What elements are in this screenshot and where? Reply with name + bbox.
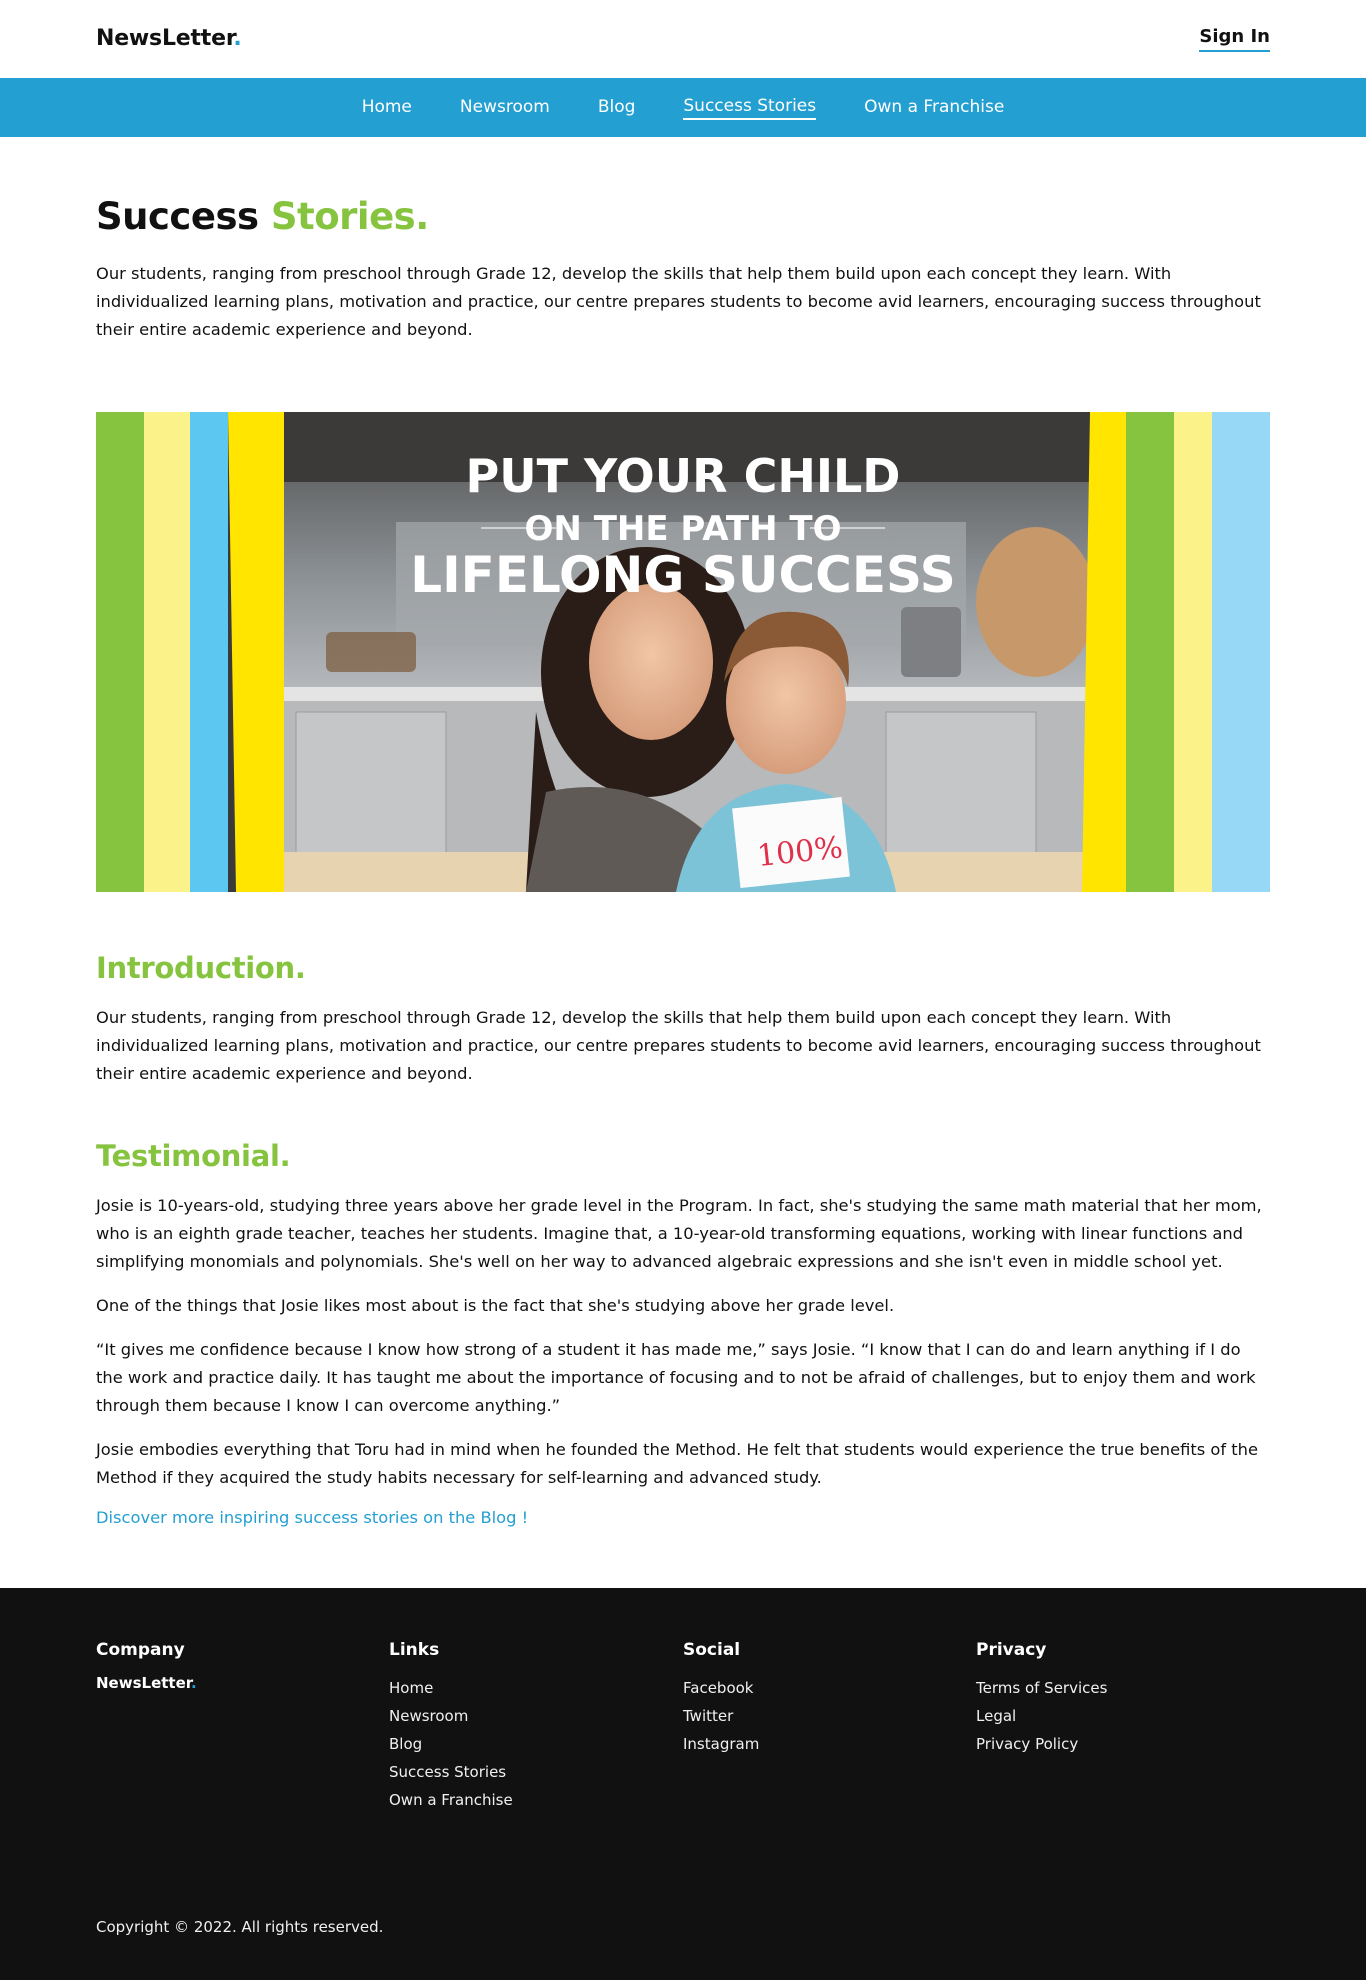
footer-link-instagram[interactable]: Instagram xyxy=(683,1730,759,1758)
testimonial-heading: Testimonial. xyxy=(96,1139,291,1173)
footer-links-heading: Links xyxy=(389,1640,440,1660)
testimonial-paragraph-4: Josie embodies everything that Toru had … xyxy=(96,1440,1258,1487)
footer-link-blog[interactable]: Blog xyxy=(389,1730,513,1758)
footer-company-column: Company NewsLetter. xyxy=(96,1640,197,1692)
copyright-text: Copyright © 2022. All rights reserved. xyxy=(96,1918,384,1936)
footer-link-privacy-policy[interactable]: Privacy Policy xyxy=(976,1730,1107,1758)
footer-company-heading: Company xyxy=(96,1640,185,1660)
nav-item-success-stories[interactable]: Success Stories xyxy=(683,96,817,120)
page-title: Success Stories. xyxy=(96,195,429,238)
hero-headline-line1: PUT YOUR CHILD xyxy=(466,449,901,503)
testimonial-paragraph-2: One of the things that Josie likes most … xyxy=(96,1296,895,1315)
footer-privacy-column: Privacy Terms of Services Legal Privacy … xyxy=(976,1640,1107,1758)
footer-privacy-heading: Privacy xyxy=(976,1640,1047,1660)
nav-item-newsroom[interactable]: Newsroom xyxy=(460,97,550,119)
introduction-section: Introduction. Our students, ranging from… xyxy=(96,948,1270,1088)
site-header: NewsLetter. Sign In xyxy=(0,0,1366,78)
footer-link-own-a-franchise[interactable]: Own a Franchise xyxy=(389,1786,513,1814)
nav-item-blog[interactable]: Blog xyxy=(598,97,636,119)
testimonial-section: Testimonial. Josie is 10-years-old, stud… xyxy=(96,1136,1270,1527)
site-footer: Company NewsLetter. Links Home Newsroom … xyxy=(0,1588,1366,1980)
footer-link-success-stories[interactable]: Success Stories xyxy=(389,1758,513,1786)
footer-link-legal[interactable]: Legal xyxy=(976,1702,1107,1730)
lead-paragraph: Our students, ranging from preschool thr… xyxy=(96,264,1261,339)
testimonial-paragraph-3: “It gives me confidence because I know h… xyxy=(96,1340,1256,1415)
footer-logo[interactable]: NewsLetter. xyxy=(96,1674,197,1692)
main-nav: Home Newsroom Blog Success Stories Own a… xyxy=(0,78,1366,137)
footer-link-newsroom[interactable]: Newsroom xyxy=(389,1702,513,1730)
testimonial-paragraph-1: Josie is 10-years-old, studying three ye… xyxy=(96,1196,1262,1271)
nav-item-own-a-franchise[interactable]: Own a Franchise xyxy=(864,97,1004,119)
footer-link-facebook[interactable]: Facebook xyxy=(683,1674,759,1702)
hero-headline-line2: ON THE PATH TO xyxy=(525,509,842,549)
page-intro: Success Stories. Our students, ranging f… xyxy=(96,190,1270,344)
hero-headline-line3: LIFELONG SUCCESS xyxy=(410,546,956,604)
introduction-body: Our students, ranging from preschool thr… xyxy=(96,1008,1261,1083)
nav-item-home[interactable]: Home xyxy=(362,97,412,119)
introduction-heading: Introduction. xyxy=(96,951,306,985)
blog-stories-link[interactable]: Discover more inspiring success stories … xyxy=(96,1508,1270,1527)
footer-link-twitter[interactable]: Twitter xyxy=(683,1702,759,1730)
footer-link-terms[interactable]: Terms of Services xyxy=(976,1674,1107,1702)
footer-links-column: Links Home Newsroom Blog Success Stories… xyxy=(389,1640,513,1814)
hero-banner-image: 100% PUT YOUR CHILD ON THE PATH TO LIFEL… xyxy=(96,412,1270,892)
footer-social-column: Social Facebook Twitter Instagram xyxy=(683,1640,759,1758)
footer-link-home[interactable]: Home xyxy=(389,1674,513,1702)
footer-social-heading: Social xyxy=(683,1640,741,1660)
site-logo[interactable]: NewsLetter. xyxy=(96,26,242,51)
sign-in-link[interactable]: Sign In xyxy=(1199,26,1270,52)
